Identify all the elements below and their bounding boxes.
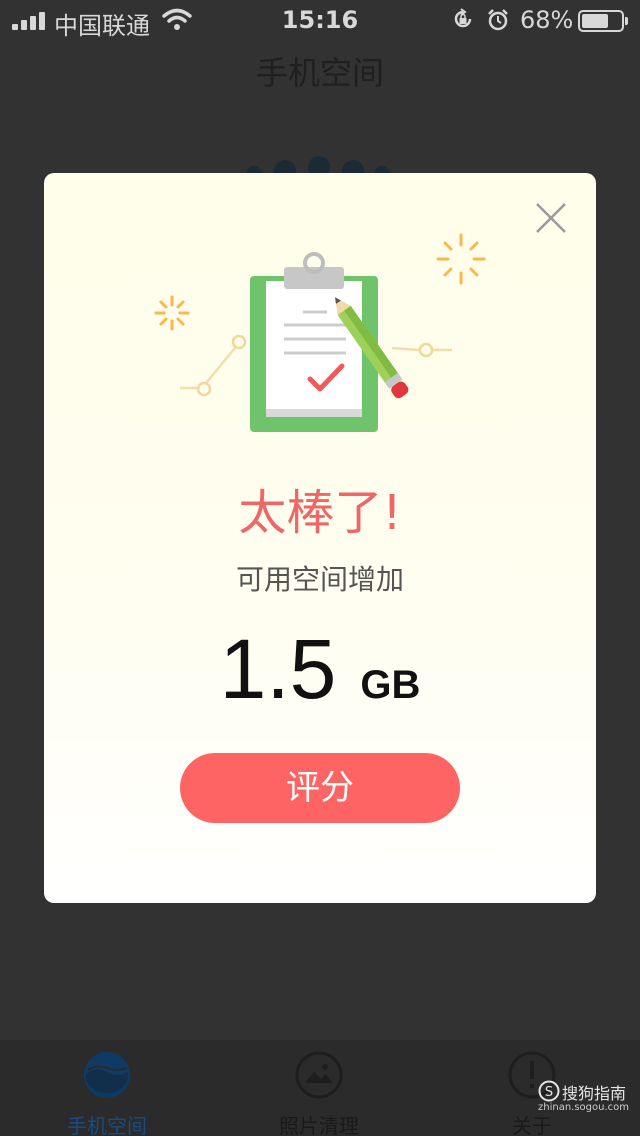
battery-percentage: 68% (520, 6, 574, 34)
svg-text:S: S (545, 1085, 553, 1100)
rate-button[interactable]: 评分 (180, 753, 460, 823)
sogou-watermark: S 搜狗指南 zhinan.sogou.com (538, 1076, 638, 1116)
watermark-url: zhinan.sogou.com (538, 1102, 630, 1113)
tab-label: 照片清理 (279, 1114, 359, 1136)
space-gained-unit: GB (360, 663, 421, 707)
status-bar: 中国联通 15:16 68% (0, 0, 640, 40)
tab-phone-space[interactable]: 手机空间 (37, 1040, 177, 1136)
watermark-text: 搜狗指南 (562, 1084, 627, 1103)
success-dialog: 太棒了! 可用空间增加 1.5 GB 评分 (44, 173, 596, 903)
tab-label: 手机空间 (67, 1114, 147, 1136)
close-icon[interactable] (534, 201, 568, 235)
sparkle-icon-right (436, 233, 486, 285)
phone-space-icon (84, 1052, 130, 1098)
rotation-lock-icon (454, 8, 472, 28)
clipboard-illustration (154, 233, 486, 432)
tab-photo-clean[interactable]: 照片清理 (249, 1040, 389, 1136)
photo-clean-icon (295, 1051, 343, 1099)
dialog-title: 太棒了! (238, 485, 402, 541)
battery-icon (578, 10, 628, 32)
dialog-subtitle: 可用空间增加 (235, 563, 404, 596)
space-gained-value: 1.5 (219, 622, 337, 716)
sparkle-icon-left (154, 295, 190, 331)
space-gained: 1.5 GB (44, 621, 596, 718)
sogou-logo-icon: S (538, 1080, 560, 1102)
alarm-icon (488, 9, 508, 31)
page-title: 手机空间 (255, 54, 384, 92)
battery-fill (582, 14, 608, 28)
